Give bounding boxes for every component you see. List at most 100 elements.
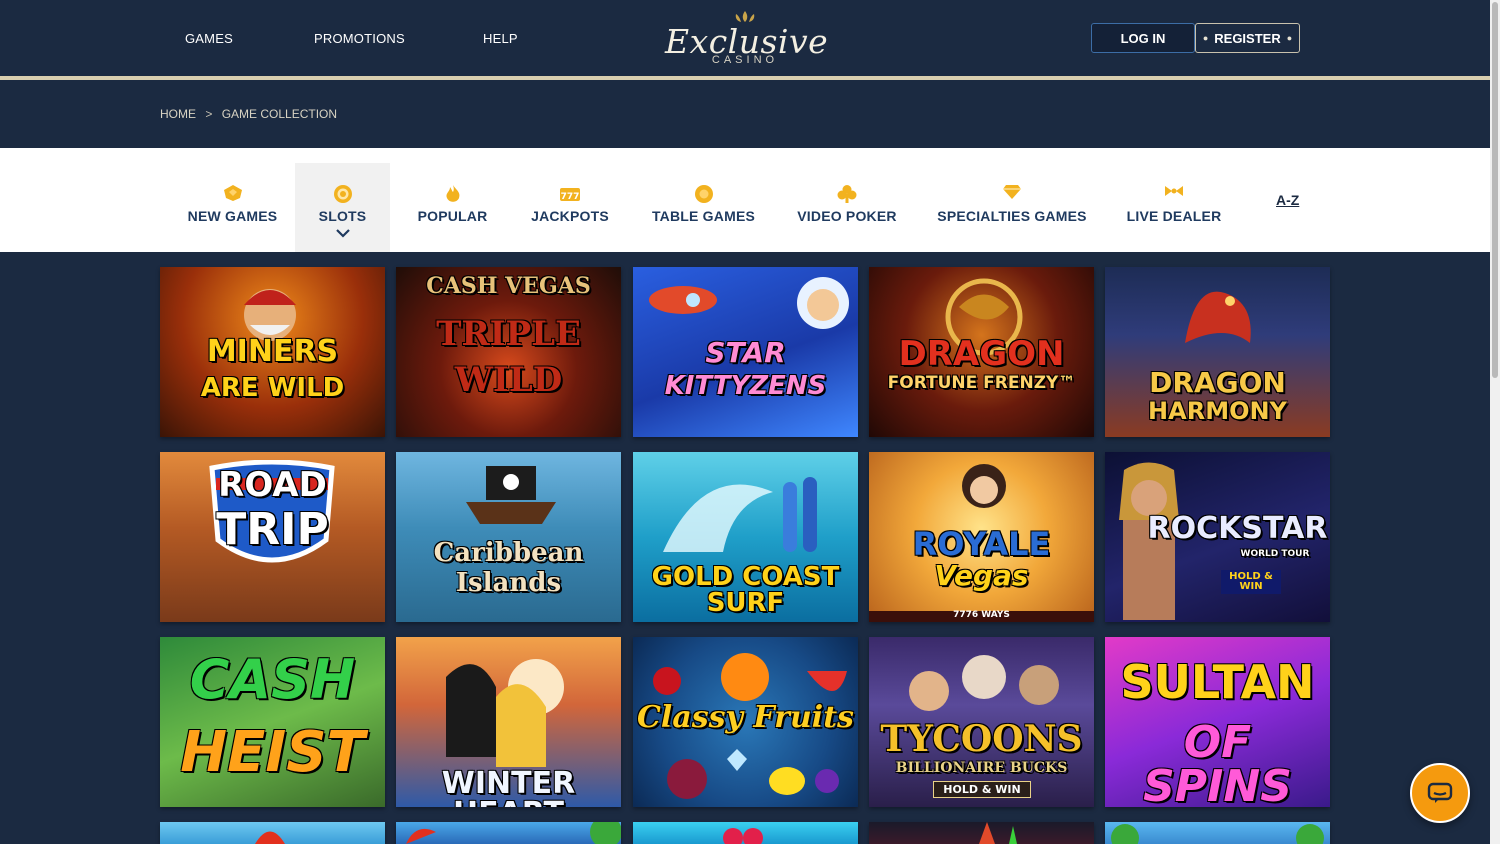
category-bar: NEW GAMES SLOTS POPULAR 777 JACKPOTS TAB…	[0, 148, 1490, 252]
game-tile[interactable]: CASH VEGAS TRIPLE WILD	[396, 267, 621, 437]
register-label: REGISTER	[1214, 30, 1281, 46]
game-title: Classy Fruits	[637, 700, 854, 735]
logo-subtext: CASINO	[711, 54, 779, 66]
game-subtitle: KITTYZENS	[664, 371, 827, 401]
category-slots[interactable]: SLOTS	[295, 163, 390, 252]
live-dealer-icon	[1165, 186, 1183, 196]
game-extra: HOLD & WIN	[933, 781, 1031, 798]
game-tile[interactable]: STAR KITTYZENS	[633, 267, 858, 437]
login-label: LOG IN	[1120, 30, 1166, 46]
game-subtitle: OF SPINS	[1143, 717, 1292, 808]
game-tile[interactable]: WINTER HEART	[396, 637, 621, 807]
game-tile[interactable]: DRAGON HARMONY	[1105, 267, 1330, 437]
game-tile[interactable]: ROCKSTAR WORLD TOUR HOLD & WIN	[1105, 452, 1330, 622]
trees-icon	[1111, 824, 1324, 844]
game-subtitle: HARMONY	[1148, 397, 1287, 425]
nav-games-link[interactable]: GAMES	[185, 31, 233, 46]
chat-bubble-icon	[1427, 782, 1453, 803]
game-title: ROCKSTAR	[1147, 511, 1328, 546]
specialties-icon	[1003, 185, 1021, 199]
rooster-icon	[255, 831, 285, 844]
game-tile[interactable]: TYCOONS BILLIONAIRE BUCKS HOLD & WIN	[869, 637, 1094, 807]
category-label: TABLE GAMES	[651, 208, 756, 224]
game-title: STAR	[705, 336, 786, 369]
chat-button[interactable]	[1410, 763, 1470, 823]
table-games-icon	[694, 185, 713, 203]
new-games-icon	[223, 185, 242, 201]
cherries-icon	[723, 828, 763, 844]
game-tile[interactable]: Classy Fruits	[633, 637, 858, 807]
chevron-down-icon	[335, 229, 350, 238]
category-specialties-games[interactable]: SPECIALTIES GAMES	[932, 148, 1092, 252]
category-label: JACKPOTS	[531, 208, 609, 224]
category-label: NEW GAMES	[187, 208, 278, 224]
game-tile[interactable]: Caribbean Islands	[396, 452, 621, 622]
game-title: Caribbean	[433, 538, 584, 568]
category-jackpots[interactable]: 777 JACKPOTS	[525, 148, 615, 252]
category-label: SLOTS	[318, 208, 367, 224]
astronaut-cat-icon	[797, 277, 849, 329]
game-tile[interactable]: DRAGON FORTUNE FRENZY™	[869, 267, 1094, 437]
game-extra: 7776 WAYS	[869, 611, 1094, 622]
game-tile[interactable]: CASH HEIST	[160, 637, 385, 807]
torch-icon	[979, 822, 1017, 844]
dot-icon: ●	[1286, 33, 1293, 43]
game-tile[interactable]	[869, 822, 1094, 844]
game-tile[interactable]	[396, 822, 621, 844]
az-sort-link[interactable]: A-Z	[1276, 192, 1299, 208]
register-button[interactable]: ● REGISTER ●	[1195, 23, 1300, 53]
category-live-dealer[interactable]: LIVE DEALER	[1120, 148, 1228, 252]
parrot-icon	[406, 822, 621, 844]
game-title: ROAD	[218, 465, 327, 505]
video-poker-icon	[837, 185, 857, 203]
category-table-games[interactable]: TABLE GAMES	[645, 148, 762, 252]
game-subtitle: ARE WILD	[200, 373, 345, 403]
game-title: CASH VEGAS	[426, 273, 591, 299]
svg-text:777: 777	[561, 192, 580, 202]
game-tile[interactable]: ROAD TRIP	[160, 452, 385, 622]
jackpots-icon: 777	[560, 188, 580, 202]
game-tile[interactable]: MINERS ARE WILD	[160, 267, 385, 437]
breadcrumb-home-link[interactable]: HOME	[160, 107, 196, 121]
game-subtitle: BILLIONAIRE BUCKS	[895, 760, 1068, 776]
category-label: LIVE DEALER	[1126, 208, 1222, 224]
kissing-couple-icon	[446, 659, 564, 767]
rocket-icon	[649, 286, 717, 314]
game-title: WINTER HEART	[441, 766, 576, 808]
category-video-poker[interactable]: VIDEO POKER	[792, 148, 902, 252]
game-extra: HOLD & WIN	[1221, 570, 1281, 594]
tycoons-characters-icon	[909, 655, 1059, 711]
game-title: MINERS	[206, 334, 339, 369]
game-title: CASH	[189, 648, 356, 711]
site-header: GAMES PROMOTIONS HELP Exclusive CASINO L…	[0, 0, 1490, 80]
popular-icon	[446, 185, 459, 202]
game-tile[interactable]	[1105, 822, 1330, 844]
nav-help-link[interactable]: HELP	[483, 31, 518, 46]
scrollbar-thumb[interactable]	[1492, 2, 1498, 378]
game-subtitle: WORLD TOUR	[1240, 549, 1310, 559]
game-tile[interactable]: ROYALE Vegas 7776 WAYS	[869, 452, 1094, 622]
game-subtitle: Islands	[455, 568, 562, 598]
dot-icon: ●	[1202, 33, 1209, 43]
nav-promotions-link[interactable]: PROMOTIONS	[314, 31, 405, 46]
game-subtitle: TRIPLE WILD	[436, 314, 581, 400]
game-tile[interactable]	[160, 822, 385, 844]
slots-icon	[333, 185, 352, 203]
game-tile[interactable]	[633, 822, 858, 844]
breadcrumb-separator: >	[205, 107, 213, 121]
breadcrumb: HOME > GAME COLLECTION	[160, 107, 337, 121]
category-new-games[interactable]: NEW GAMES	[180, 148, 285, 252]
game-title: TYCOONS	[880, 718, 1083, 760]
category-popular[interactable]: POPULAR	[410, 148, 495, 252]
game-tile[interactable]: GOLD COAST SURF	[633, 452, 858, 622]
game-subtitle: HEIST	[180, 720, 365, 785]
category-label: VIDEO POKER	[797, 208, 897, 224]
game-title: SULTAN	[1120, 655, 1315, 709]
woman-character-icon	[962, 464, 1006, 508]
pirate-ship-icon	[466, 466, 556, 524]
surfer-wave-icon	[663, 477, 817, 552]
login-button[interactable]: LOG IN	[1091, 23, 1195, 53]
site-logo[interactable]: Exclusive CASINO	[665, 8, 828, 68]
game-tile[interactable]: SULTAN OF SPINS	[1105, 637, 1330, 807]
category-label: SPECIALTIES GAMES	[937, 208, 1087, 224]
